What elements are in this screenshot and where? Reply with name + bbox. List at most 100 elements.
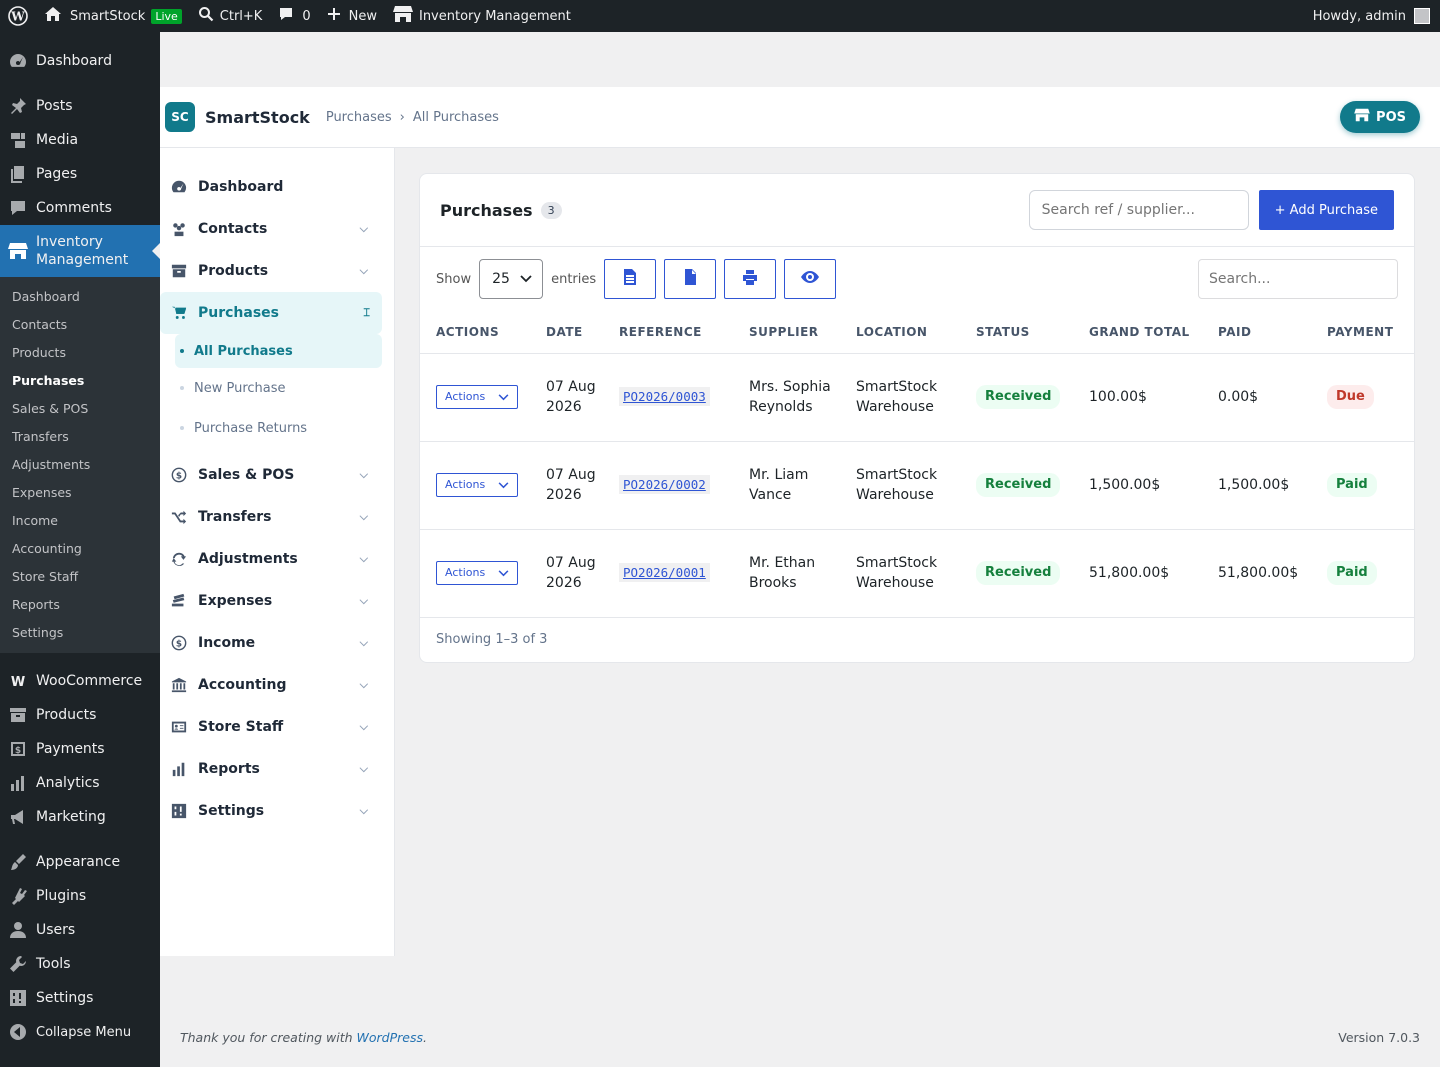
menu-comments[interactable]: Comments [0,191,160,225]
nav-all-purchases[interactable]: All Purchases [175,334,382,368]
collapse-icon [8,1022,28,1042]
bar-chart-icon [8,773,28,793]
submenu-store-staff[interactable]: Store Staff [0,563,160,591]
menu-settings[interactable]: Settings [0,981,160,1015]
chevron-down-icon: ⌵ [359,594,368,607]
groups-icon [170,220,188,238]
menu-posts[interactable]: Posts [0,89,160,123]
submenu-dashboard[interactable]: Dashboard [0,283,160,311]
col-actions[interactable]: ACTIONS [420,311,538,354]
submenu-transfers[interactable]: Transfers [0,423,160,451]
submenu-sales-pos[interactable]: Sales & POS [0,395,160,423]
status-badge: Received [976,561,1061,585]
menu-label: Posts [36,98,73,114]
submenu-contacts[interactable]: Contacts [0,311,160,339]
submenu-expenses[interactable]: Expenses [0,479,160,507]
submenu-income[interactable]: Income [0,507,160,535]
cell-supplier: Mrs. Sophia Reynolds [741,353,848,442]
reference-link[interactable]: PO2026/0001 [619,563,710,582]
nav-contacts[interactable]: Contacts ⌵ [160,208,394,250]
submenu-adjustments[interactable]: Adjustments [0,451,160,479]
nav-income[interactable]: $ Income ⌵ [160,622,394,664]
menu-analytics[interactable]: Analytics [0,766,160,800]
wordpress-logo-icon[interactable]: W [0,0,36,32]
submenu-accounting[interactable]: Accounting [0,535,160,563]
menu-plugins[interactable]: Plugins [0,879,160,913]
nav-settings[interactable]: Settings ⌵ [160,790,394,832]
menu-appearance[interactable]: Appearance [0,845,160,879]
site-name-link[interactable]: SmartStock Live [36,0,190,32]
submenu-settings[interactable]: Settings [0,619,160,647]
submenu-reports[interactable]: Reports [0,591,160,619]
menu-products[interactable]: Products [0,698,160,732]
menu-media[interactable]: Media [0,123,160,157]
nav-products[interactable]: Products ⌵ [160,250,394,292]
collapse-menu-button[interactable]: Collapse Menu [0,1015,160,1049]
col-grand-total[interactable]: GRAND TOTAL [1081,311,1210,354]
add-purchase-button[interactable]: + Add Purchase [1258,190,1394,230]
eye-icon [801,271,820,287]
menu-marketing[interactable]: Marketing [0,800,160,834]
my-account-link[interactable]: Howdy, admin [1305,0,1440,32]
nav-new-purchase[interactable]: New Purchase [180,368,382,408]
col-paid[interactable]: PAID [1210,311,1319,354]
wordpress-link[interactable]: WordPress [357,1030,423,1045]
col-status[interactable]: STATUS [968,311,1081,354]
nav-adjustments[interactable]: Adjustments ⌵ [160,538,394,580]
col-location[interactable]: LOCATION [848,311,968,354]
col-payment[interactable]: PAYMENT [1319,311,1414,354]
search-ref-input[interactable] [1028,190,1249,230]
money-icon: $ [170,466,188,484]
footer-period: . [423,1030,427,1045]
actions-dropdown[interactable]: Actions [436,561,518,585]
status-badge: Received [976,473,1061,497]
table-search-input[interactable] [1198,259,1398,299]
pos-button[interactable]: POS [1340,101,1420,133]
actions-dropdown[interactable]: Actions [436,473,518,497]
card-title: Purchases [440,200,533,220]
submenu-products[interactable]: Products [0,339,160,367]
menu-inventory-management[interactable]: Inventory Management [0,225,160,277]
comments-link[interactable]: 0 [270,0,318,32]
nav-store-staff[interactable]: Store Staff ⌵ [160,706,394,748]
nav-expenses[interactable]: Expenses ⌵ [160,580,394,622]
menu-users[interactable]: Users [0,913,160,947]
entries-select[interactable]: 25 [479,259,544,299]
menu-pages[interactable]: Pages [0,157,160,191]
nav-sales-pos[interactable]: $ Sales & POS ⌵ [160,454,394,496]
purchases-card: Purchases 3 + Add Purchase Show 25 entri… [419,173,1415,663]
menu-payments[interactable]: $ Payments [0,732,160,766]
submenu-purchases[interactable]: Purchases [0,367,160,395]
col-supplier[interactable]: SUPPLIER [741,311,848,354]
live-badge: Live [151,8,182,24]
new-label: New [348,8,377,24]
nav-purchase-returns[interactable]: Purchase Returns [180,408,382,448]
col-reference[interactable]: REFERENCE [611,311,741,354]
nav-purchases[interactable]: Purchases ⌶ [160,292,382,334]
export-csv-button[interactable] [604,259,657,299]
main-content: Purchases 3 + Add Purchase Show 25 entri… [395,148,1440,956]
column-visibility-button[interactable] [784,259,837,299]
col-date[interactable]: DATE [538,311,611,354]
command-palette-button[interactable]: Ctrl+K [190,0,271,32]
nav-transfers[interactable]: Transfers ⌵ [160,496,394,538]
menu-dashboard[interactable]: Dashboard [0,44,160,78]
inventory-management-link[interactable]: Inventory Management [385,0,579,32]
reference-link[interactable]: PO2026/0002 [619,475,710,494]
nav-accounting[interactable]: Accounting ⌵ [160,664,394,706]
chevron-down-icon: ⌵ [359,222,368,235]
menu-tools[interactable]: Tools [0,947,160,981]
new-content-link[interactable]: New [319,0,385,32]
print-button[interactable] [724,259,777,299]
export-pdf-button[interactable] [664,259,717,299]
breadcrumb-purchases[interactable]: Purchases [326,110,392,125]
menu-woocommerce[interactable]: W WooCommerce [0,664,160,698]
nav-dashboard[interactable]: Dashboard [160,166,394,208]
cell-date: 07 Aug 2026 [538,441,611,530]
megaphone-icon [8,807,28,827]
nav-reports[interactable]: Reports ⌵ [160,748,394,790]
actions-dropdown[interactable]: Actions [436,385,518,409]
menu-label: Products [36,707,97,723]
actions-label: Actions [445,478,486,491]
reference-link[interactable]: PO2026/0003 [619,387,710,406]
